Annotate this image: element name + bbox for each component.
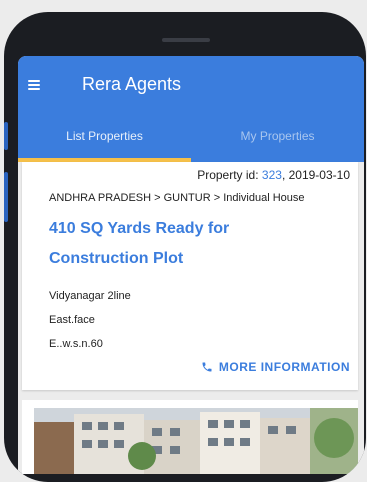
speaker-grille (162, 38, 210, 42)
property-id-value: 323 (261, 168, 282, 182)
property-card-next[interactable] (22, 400, 358, 474)
property-id-label: Property id: (197, 168, 262, 182)
building-image (34, 408, 358, 474)
phone-icon (202, 362, 212, 372)
phone-top-bezel (4, 12, 366, 56)
tab-my-properties[interactable]: My Properties (191, 116, 364, 162)
tab-bar: List Properties My Properties (18, 116, 364, 162)
property-detail-dimensions: E..w.s.n.60 (49, 338, 103, 350)
property-card[interactable]: Property id: 323, 2019-03-10 ANDHRA PRAD… (22, 162, 358, 390)
tab-list-properties[interactable]: List Properties (18, 116, 191, 162)
property-date: , 2019-03-10 (281, 168, 350, 182)
phone-frame: Rera Agents List Properties My Propertie… (4, 12, 366, 482)
property-detail-facing: East.face (49, 314, 95, 326)
app-title: Rera Agents (82, 74, 182, 94)
volume-down-button (4, 172, 8, 222)
location-breadcrumb: ANDHRA PRADESH > GUNTUR > Individual Hou… (49, 192, 305, 204)
property-detail-address: Vidyanagar 2line (49, 290, 131, 302)
volume-up-button (4, 122, 8, 150)
app-screen: Rera Agents List Properties My Propertie… (18, 56, 364, 474)
property-id-line: Property id: 323, 2019-03-10 (197, 168, 350, 182)
property-title[interactable]: 410 SQ Yards Ready for Construction Plot (49, 214, 329, 274)
more-information-label: MORE INFORMATION (218, 360, 350, 374)
more-information-button[interactable]: MORE INFORMATION (201, 360, 350, 374)
property-photo[interactable] (34, 408, 358, 474)
app-bar: Rera Agents (18, 56, 364, 116)
menu-icon[interactable] (28, 80, 42, 90)
